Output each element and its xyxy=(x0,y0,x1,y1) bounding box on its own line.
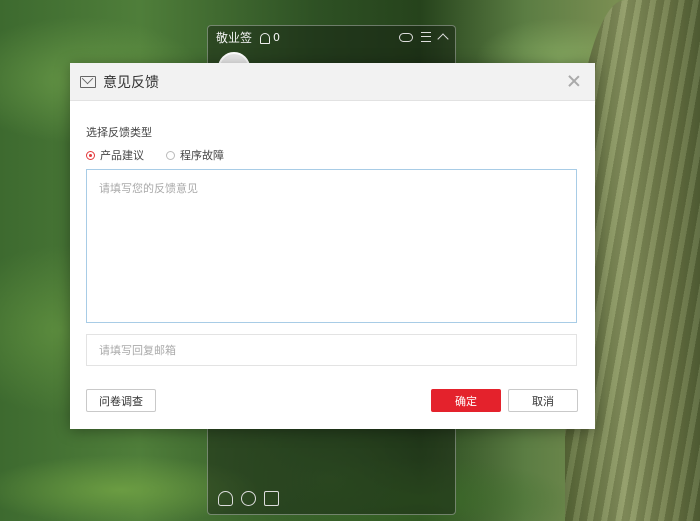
widget-toolbar xyxy=(399,31,449,45)
feedback-textarea[interactable] xyxy=(86,169,577,323)
radio-label: 产品建议 xyxy=(100,149,144,162)
feedback-type-options: 产品建议 程序故障 xyxy=(86,147,224,163)
widget-footer xyxy=(218,491,279,506)
radio-checked-icon[interactable] xyxy=(86,150,95,160)
chevron-up-icon[interactable] xyxy=(437,33,449,45)
radio-label: 程序故障 xyxy=(180,149,224,162)
note-icon[interactable] xyxy=(264,491,279,506)
confirm-button[interactable]: 确定 xyxy=(431,389,501,412)
notification-count: 0 xyxy=(273,30,281,44)
radio-unchecked-icon[interactable] xyxy=(166,150,175,160)
feedback-dialog: 意见反馈 选择反馈类型 产品建议 程序故障 问卷调查 确定 取消 xyxy=(70,63,595,429)
bell-icon[interactable] xyxy=(260,32,271,44)
cancel-button[interactable]: 取消 xyxy=(508,389,578,412)
mail-icon xyxy=(80,75,96,88)
radio-program-bug[interactable]: 程序故障 xyxy=(166,147,224,163)
menu-icon[interactable] xyxy=(421,32,431,42)
survey-button[interactable]: 问卷调查 xyxy=(86,389,156,412)
radio-product-suggestion[interactable]: 产品建议 xyxy=(86,147,144,163)
close-icon[interactable] xyxy=(567,74,581,88)
dialog-title: 意见反馈 xyxy=(103,74,159,91)
email-input[interactable] xyxy=(86,334,577,366)
feedback-type-label: 选择反馈类型 xyxy=(86,126,152,139)
widget-title: 敬业签 xyxy=(216,30,253,45)
cloud-sync-icon[interactable] xyxy=(399,32,413,42)
user-icon[interactable] xyxy=(218,491,233,506)
widget-header: 敬业签 0 xyxy=(208,26,455,48)
dialog-header: 意见反馈 xyxy=(70,63,595,101)
search-icon[interactable] xyxy=(241,491,256,506)
